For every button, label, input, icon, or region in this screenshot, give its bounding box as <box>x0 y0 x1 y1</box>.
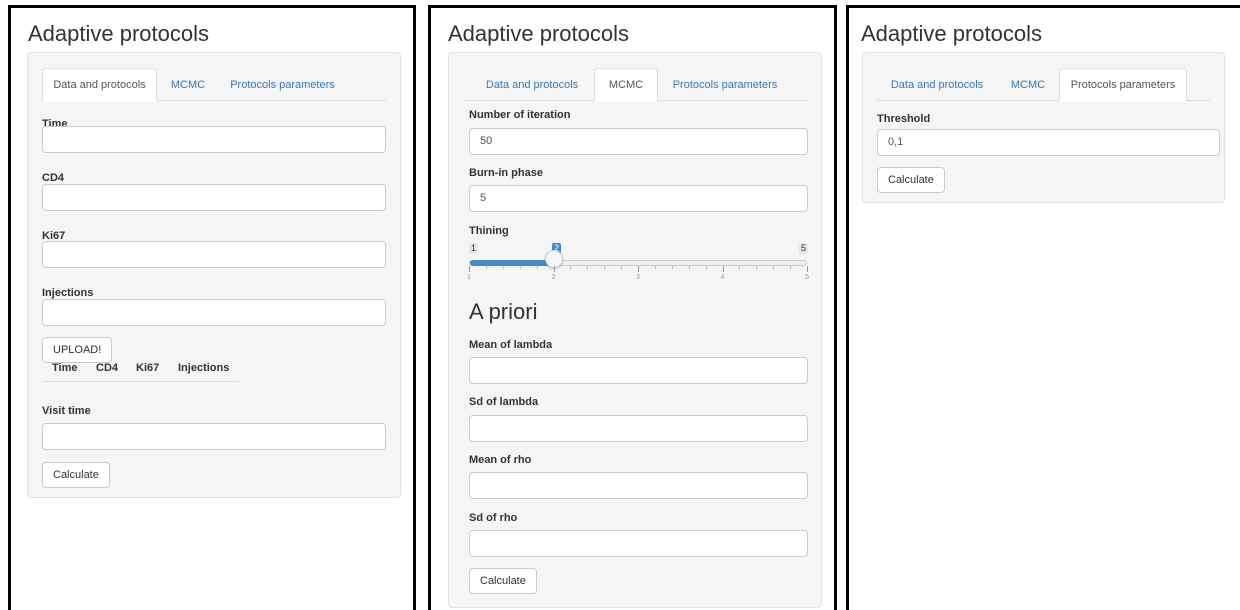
slider-tick-minor <box>705 266 707 269</box>
slider-tick-major <box>722 266 724 272</box>
slider-tick-minor <box>688 266 690 269</box>
slider-tick-minor <box>790 266 792 269</box>
slider-tick-minor <box>570 266 572 269</box>
number-of-iteration-label: Number of iteration <box>469 109 571 121</box>
tab-mcmc[interactable]: MCMC <box>999 68 1057 101</box>
slider-tick-minor <box>654 266 656 269</box>
tab-protocols-parameters[interactable]: Protocols parameters <box>220 68 345 101</box>
thining-slider-grid: 1 2 3 4 5 <box>467 266 809 286</box>
calculate-button[interactable]: Calculate <box>42 462 110 488</box>
app-window-data: Adaptive protocols Data and protocols MC… <box>8 5 416 610</box>
app-window-mcmc: Adaptive protocols Data and protocols MC… <box>428 5 837 610</box>
burn-in-label: Burn-in phase <box>469 167 543 179</box>
tab-data-and-protocols[interactable]: Data and protocols <box>877 68 997 101</box>
mean-lambda-input[interactable] <box>469 357 808 384</box>
sd-rho-label: Sd of rho <box>469 512 518 524</box>
tab-mcmc[interactable]: MCMC <box>158 68 218 101</box>
slider-tick-label: 3 <box>636 274 640 281</box>
tab-mcmc[interactable]: MCMC <box>594 68 658 102</box>
sd-lambda-input[interactable] <box>469 415 808 442</box>
number-of-iteration-input[interactable]: 50 <box>469 128 808 155</box>
mean-lambda-label: Mean of lambda <box>469 339 553 351</box>
ki67-input[interactable] <box>42 241 386 268</box>
slider-min-label: 1 <box>469 243 479 254</box>
tab-data-and-protocols[interactable]: Data and protocols <box>471 68 593 101</box>
sidebar-panel: Data and protocols MCMC Protocols parame… <box>448 52 822 608</box>
thining-label: Thining <box>469 225 509 237</box>
slider-tick-minor <box>519 266 521 269</box>
sd-lambda-label: Sd of lambda <box>469 396 539 408</box>
column-header-ki67: Ki67 <box>136 362 160 374</box>
sidebar-panel: Data and protocols MCMC Protocols parame… <box>27 52 401 498</box>
slider-tick-major <box>553 266 555 272</box>
a-priori-heading: A priori <box>469 299 538 324</box>
injections-label: Injections <box>42 287 94 299</box>
slider-tick-minor <box>739 266 741 269</box>
threshold-label: Threshold <box>877 113 931 125</box>
slider-tick-label: 5 <box>805 274 809 281</box>
upload-button[interactable]: UPLOAD! <box>42 337 113 363</box>
injections-input[interactable] <box>42 299 386 326</box>
page-title: Adaptive protocols <box>448 21 629 46</box>
burn-in-input[interactable]: 5 <box>469 185 808 212</box>
time-input[interactable] <box>42 126 386 153</box>
slider-tick-minor <box>604 266 606 269</box>
slider-max-label: 5 <box>799 243 809 254</box>
tab-protocols-parameters[interactable]: Protocols parameters <box>660 68 790 101</box>
page-title: Adaptive protocols <box>861 21 1042 46</box>
slider-tick-label: 1 <box>467 274 471 281</box>
page-title: Adaptive protocols <box>28 21 209 46</box>
tab-bar: Data and protocols MCMC Protocols parame… <box>463 68 807 102</box>
slider-tick-major <box>469 266 470 272</box>
sd-rho-input[interactable] <box>469 530 808 557</box>
data-table-header: Time CD4 Ki67 Injections <box>42 362 239 382</box>
tab-bar: Data and protocols MCMC Protocols parame… <box>877 68 1210 102</box>
tab-protocols-parameters[interactable]: Protocols parameters <box>1059 68 1187 102</box>
calculate-button[interactable]: Calculate <box>469 568 537 594</box>
app-window-parameters: Adaptive protocols Data and protocols MC… <box>846 5 1240 610</box>
column-header-time: Time <box>52 362 78 374</box>
slider-tick-major <box>807 266 808 272</box>
slider-tick-minor <box>502 266 504 269</box>
tab-bar: Data and protocols MCMC Protocols parame… <box>42 68 386 102</box>
slider-tick-minor <box>485 266 487 269</box>
slider-tick-label: 4 <box>720 274 725 281</box>
visit-time-label: Visit time <box>42 405 91 417</box>
column-header-cd4: CD4 <box>96 362 119 374</box>
calculate-button[interactable]: Calculate <box>877 167 945 193</box>
slider-tick-minor <box>536 266 538 269</box>
cd4-input[interactable] <box>42 184 386 211</box>
visit-time-input[interactable] <box>42 423 386 450</box>
slider-tick-minor <box>756 266 758 269</box>
slider-tick-minor <box>621 266 623 269</box>
cd4-label: CD4 <box>42 172 65 184</box>
sidebar-panel: Data and protocols MCMC Protocols parame… <box>862 52 1225 203</box>
threshold-input[interactable]: 0,1 <box>877 129 1220 156</box>
mean-rho-label: Mean of rho <box>469 454 532 466</box>
slider-tick-minor <box>773 266 775 269</box>
slider-tick-minor <box>671 266 673 269</box>
slider-tick-label: 2 <box>551 274 556 281</box>
slider-tick-major <box>638 266 639 272</box>
mean-rho-input[interactable] <box>469 472 808 499</box>
column-header-injections: Injections <box>178 362 230 374</box>
slider-tick-minor <box>587 266 589 269</box>
tab-data-and-protocols[interactable]: Data and protocols <box>42 68 157 102</box>
